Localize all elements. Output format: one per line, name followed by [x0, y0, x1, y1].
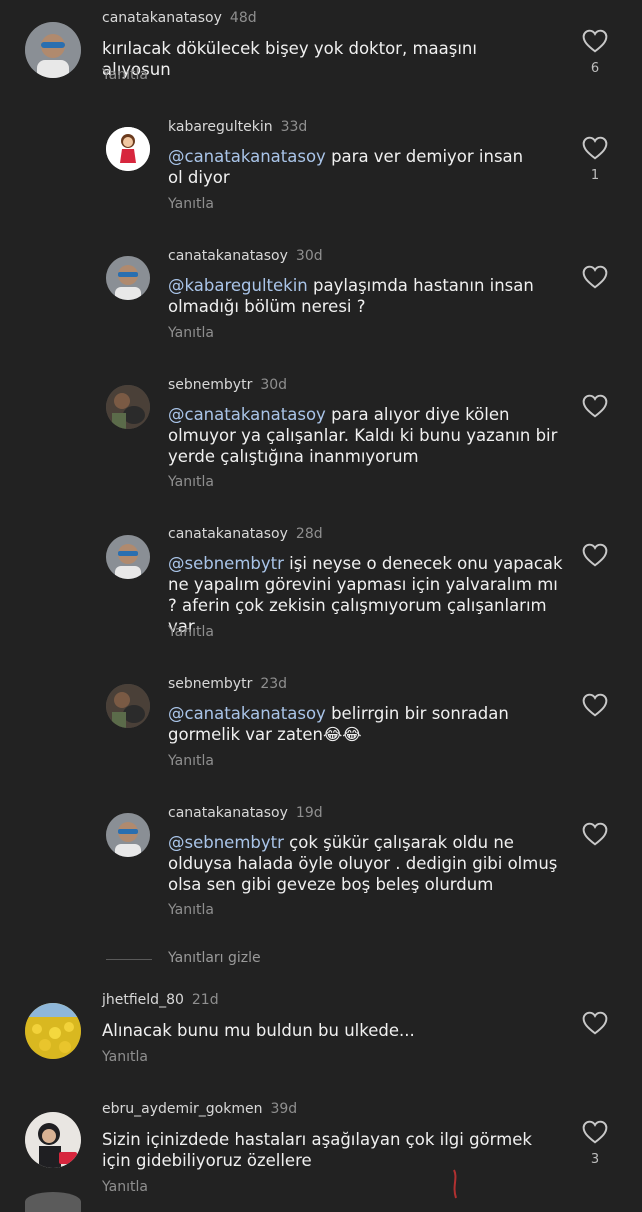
- comment-meta: ebru_aydemir_gokmen 39d: [102, 1101, 297, 1117]
- comment-meta: canatakanatasoy 30d: [168, 248, 323, 264]
- heart-icon: [582, 1011, 608, 1035]
- comment-meta: sebnembytr 23d: [168, 676, 287, 692]
- comment-text: @canatakanatasoy para alıyor diye kölen …: [168, 404, 563, 467]
- comment-meta: canatakanatasoy 28d: [168, 526, 323, 542]
- timestamp: 33d: [280, 119, 308, 135]
- comment-meta: jhetfield_80 21d: [102, 992, 219, 1008]
- comment-text: @sebnembytr çok şükür çalışarak oldu ne …: [168, 832, 563, 895]
- avatar[interactable]: [25, 22, 81, 78]
- heart-icon: [582, 394, 608, 418]
- username[interactable]: ebru_aydemir_gokmen: [102, 1101, 262, 1117]
- timestamp: 30d: [260, 377, 288, 393]
- timestamp: 48d: [229, 10, 257, 26]
- timestamp: 39d: [270, 1101, 298, 1117]
- mention-link[interactable]: @sebnembytr: [168, 554, 284, 573]
- avatar[interactable]: [25, 1192, 81, 1212]
- avatar[interactable]: [25, 1112, 81, 1168]
- username[interactable]: sebnembytr: [168, 676, 252, 692]
- timestamp: 28d: [295, 526, 323, 542]
- avatar[interactable]: [106, 684, 150, 728]
- like-button[interactable]: 3: [582, 1120, 608, 1167]
- comment-text: @sebnembytr işi neyse o denecek onu yapa…: [168, 553, 563, 637]
- heart-icon: [582, 693, 608, 717]
- avatar[interactable]: [106, 385, 150, 429]
- timestamp: 21d: [191, 992, 219, 1008]
- avatar[interactable]: [106, 535, 150, 579]
- mention-link[interactable]: @canatakanatasoy: [168, 405, 326, 424]
- hide-replies-button[interactable]: Yanıtları gizle: [168, 950, 261, 966]
- avatar[interactable]: [106, 813, 150, 857]
- comment-body: Alınacak bunu mu buldun bu ulkede...: [102, 1021, 415, 1040]
- comment-text: @canatakanatasoy belirrgin bir sonradan …: [168, 703, 538, 745]
- username[interactable]: canatakanatasoy: [168, 526, 288, 542]
- like-button[interactable]: [582, 693, 608, 725]
- like-button[interactable]: [582, 265, 608, 297]
- heart-icon: [582, 29, 608, 53]
- timestamp: 19d: [295, 805, 323, 821]
- comment-text: @canatakanatasoy para ver demiyor insan …: [168, 146, 538, 188]
- username[interactable]: canatakanatasoy: [168, 805, 288, 821]
- comment-meta: sebnembytr 30d: [168, 377, 287, 393]
- avatar[interactable]: [106, 256, 150, 300]
- username[interactable]: jhetfield_80: [102, 992, 184, 1008]
- reply-button[interactable]: Yanıtla: [168, 325, 214, 341]
- timestamp: 23d: [260, 676, 288, 692]
- heart-icon: [582, 543, 608, 567]
- reply-button[interactable]: Yanıtla: [168, 624, 214, 640]
- mention-link[interactable]: @canatakanatasoy: [168, 704, 326, 723]
- comment-text: kırılacak dökülecek bişey yok doktor, ma…: [102, 38, 542, 80]
- heart-icon: [582, 265, 608, 289]
- reply-button[interactable]: Yanıtla: [168, 196, 214, 212]
- reply-button[interactable]: Yanıtla: [168, 474, 214, 490]
- comment-text: Alınacak bunu mu buldun bu ulkede...: [102, 1020, 542, 1041]
- avatar[interactable]: [25, 1003, 81, 1059]
- comment-body: kırılacak dökülecek bişey yok doktor, ma…: [102, 39, 477, 79]
- mention-link[interactable]: @sebnembytr: [168, 833, 284, 852]
- like-button[interactable]: [582, 822, 608, 854]
- comment-text: @kabaregultekin paylaşımda hastanın insa…: [168, 275, 538, 317]
- comment-meta: canatakanatasoy 19d: [168, 805, 323, 821]
- heart-icon: [582, 1120, 608, 1144]
- like-button[interactable]: [582, 1011, 608, 1043]
- reply-button[interactable]: Yanıtla: [168, 902, 214, 918]
- mention-link[interactable]: @kabaregultekin: [168, 276, 308, 295]
- reply-button[interactable]: Yanıtla: [102, 1179, 148, 1195]
- comment-body: Sizin içinizdede hastaları aşağılayan ço…: [102, 1130, 532, 1170]
- username[interactable]: canatakanatasoy: [168, 248, 288, 264]
- like-count: 6: [590, 61, 600, 76]
- reply-button[interactable]: Yanıtla: [168, 753, 214, 769]
- heart-icon: [582, 822, 608, 846]
- scribble-mark: [453, 1169, 457, 1199]
- like-button[interactable]: [582, 543, 608, 575]
- avatar[interactable]: [106, 127, 150, 171]
- username[interactable]: sebnembytr: [168, 377, 252, 393]
- like-count: 3: [590, 1152, 600, 1167]
- comment-text: Sizin içinizdede hastaları aşağılayan ço…: [102, 1129, 552, 1171]
- username[interactable]: kabaregultekin: [168, 119, 273, 135]
- like-button[interactable]: 1: [582, 136, 608, 183]
- hide-replies-divider: [106, 959, 152, 960]
- mention-link[interactable]: @canatakanatasoy: [168, 147, 326, 166]
- timestamp: 30d: [295, 248, 323, 264]
- heart-icon: [582, 136, 608, 160]
- reply-button[interactable]: Yanıtla: [102, 1049, 148, 1065]
- reply-button[interactable]: Yanıtla: [102, 67, 148, 83]
- comment-meta: kabaregultekin 33d: [168, 119, 307, 135]
- username[interactable]: canatakanatasoy: [102, 10, 222, 26]
- like-button[interactable]: [582, 394, 608, 426]
- like-button[interactable]: 6: [582, 29, 608, 76]
- comment-meta: canatakanatasoy 48d: [102, 10, 257, 26]
- like-count: 1: [590, 168, 600, 183]
